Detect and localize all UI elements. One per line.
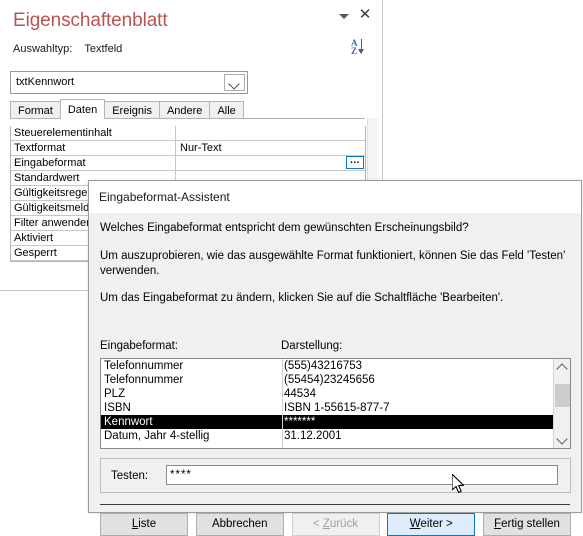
scrollbar-thumb[interactable] <box>555 384 570 407</box>
list-item-display: 31.12.2001 <box>284 430 342 442</box>
list-column-divider <box>282 359 283 448</box>
format-listbox[interactable]: Telefonnummer (555)43216753 Telefonnummer (… <box>100 358 571 449</box>
list-item-display: 44534 <box>284 388 316 400</box>
property-sheet-titlebar: Eigenschaftenblatt Auswahltyp: Textfeld … <box>0 0 383 66</box>
property-row[interactable]: Steuerelementinhalt <box>11 126 365 141</box>
property-name: Steuerelementinhalt <box>11 126 176 141</box>
selection-type-row: Auswahltyp: Textfeld <box>13 43 122 55</box>
tab-alle[interactable]: Alle <box>209 101 244 119</box>
wizard-hint-edit-text: Um das Eingabeformat zu ändern, klicken … <box>100 292 504 304</box>
page-title: Eigenschaftenblatt <box>13 10 168 31</box>
list-item-display: (55454)23245656 <box>284 374 375 386</box>
test-field-label: Testen: <box>111 470 149 482</box>
tab-daten[interactable]: Daten <box>59 99 106 119</box>
list-item-format: Telefonnummer <box>104 360 184 372</box>
object-selector-value: txtKennwort <box>16 76 75 88</box>
list-item-format: ISBN <box>104 402 131 414</box>
wizard-titlebar: Eingabeformat-Assistent <box>89 181 581 213</box>
chevron-up-icon[interactable] <box>554 359 570 375</box>
input-mask-wizard-dialog: Eingabeformat-Assistent Welches Eingabef… <box>88 180 582 536</box>
list-item[interactable]: Telefonnummer (555)43216753 <box>101 359 553 373</box>
property-tabs: Format Daten Ereignis Andere Alle <box>10 99 244 119</box>
wizard-button-bar: Liste Abbrechen < Zurück Weiter > Fertig ste… <box>100 513 571 536</box>
list-item-format: Telefonnummer <box>104 374 184 386</box>
property-value-text: Nur-Text <box>180 142 222 154</box>
sort-letter-z: Z <box>351 46 358 56</box>
wizard-question-text: Welches Eingabeformat entspricht dem gew… <box>100 222 469 234</box>
sort-arrow-icon <box>358 39 364 54</box>
object-selector-combobox[interactable]: txtKennwort <box>10 71 248 94</box>
close-icon[interactable]: ✕ <box>357 6 373 22</box>
chevron-up-glyph <box>556 363 568 375</box>
selection-type-label: Auswahltyp: <box>13 43 73 55</box>
test-input[interactable]: **** <box>166 465 558 485</box>
button-fertigstellen[interactable]: Fertig stellen <box>483 513 571 536</box>
caret-down-icon[interactable] <box>337 9 351 23</box>
test-field-group: Testen: **** <box>100 458 571 493</box>
property-row[interactable]: Eingabeformat... <box>11 156 365 171</box>
property-name: Eingabeformat <box>11 156 176 171</box>
chevron-down-glyph <box>556 433 568 445</box>
column-header-format: Eingabeformat: <box>100 340 178 352</box>
list-item[interactable]: ISBN ISBN 1-55615-877-7 <box>101 401 553 415</box>
selection-type-value: Textfeld <box>84 43 123 55</box>
column-header-display: Darstellung: <box>281 340 343 352</box>
format-list-items: Telefonnummer (555)43216753 Telefonnummer (… <box>101 359 553 448</box>
property-value[interactable]: ... <box>176 156 365 171</box>
listbox-scrollbar[interactable] <box>553 359 570 448</box>
button-liste[interactable]: Liste <box>100 513 188 536</box>
list-item[interactable]: Telefonnummer (55454)23245656 <box>101 373 553 387</box>
sort-az-icon[interactable]: A Z <box>350 38 372 60</box>
builder-ellipsis-button[interactable]: ... <box>346 156 364 169</box>
wizard-hint-test-text: Um auszuprobieren, wie das ausgewählte F… <box>100 250 566 277</box>
list-item-display: ******* <box>284 416 316 428</box>
wizard-body: Welches Eingabeformat entspricht dem gew… <box>89 213 581 536</box>
button-bar-divider <box>100 504 570 505</box>
list-item-format: Kennwort <box>104 416 153 428</box>
property-row[interactable]: Textformat Nur-Text <box>11 141 365 156</box>
list-item[interactable]: PLZ 44534 <box>101 387 553 401</box>
button-weiter[interactable]: Weiter > <box>387 513 476 536</box>
tab-format[interactable]: Format <box>10 101 61 119</box>
property-name: Textformat <box>11 141 176 156</box>
list-item-format: PLZ <box>104 388 126 400</box>
wizard-title: Eingabeformat-Assistent <box>99 190 230 204</box>
tab-andere[interactable]: Andere <box>158 101 211 119</box>
chevron-down-icon[interactable] <box>554 432 570 448</box>
list-item-display: (555)43216753 <box>284 360 363 372</box>
list-item[interactable]: Kennwort ******* <box>101 415 553 429</box>
button-abbrechen[interactable]: Abbrechen <box>195 513 284 536</box>
property-value[interactable] <box>176 126 365 141</box>
property-value[interactable]: Nur-Text <box>176 141 365 156</box>
button-zurück: < Zurück <box>291 513 380 536</box>
list-item[interactable]: Datum, Jahr 4-stellig 31.12.2001 <box>101 429 553 443</box>
list-item-display: ISBN 1-55615-877-7 <box>284 402 390 414</box>
list-item-format: Datum, Jahr 4-stellig <box>104 430 210 442</box>
chevron-down-icon[interactable] <box>224 74 245 91</box>
tab-ereignis[interactable]: Ereignis <box>104 101 160 119</box>
